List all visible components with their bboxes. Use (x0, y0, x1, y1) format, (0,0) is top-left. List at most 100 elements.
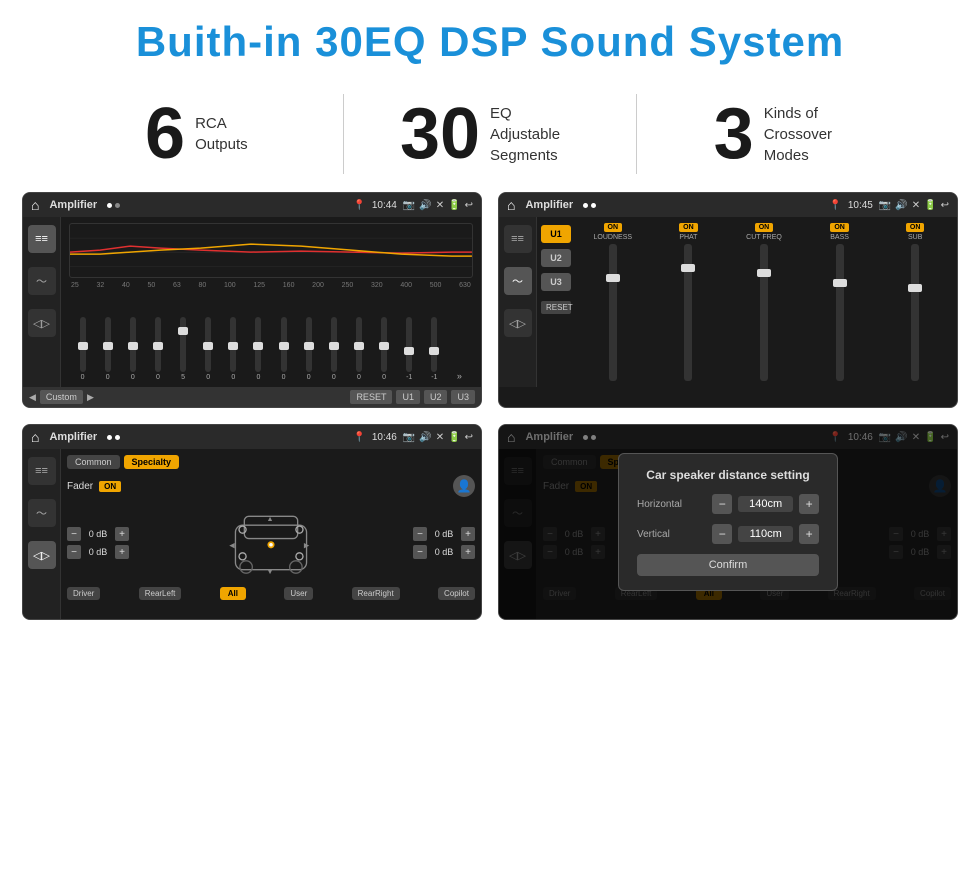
u1-button[interactable]: U1 (541, 225, 571, 243)
sub-toggle[interactable]: ON (906, 223, 925, 232)
cutfreq-thumb[interactable] (757, 269, 771, 277)
eq-track-5[interactable] (205, 317, 211, 372)
eq-track-1[interactable] (105, 317, 111, 372)
eq-thumb-4[interactable] (178, 327, 188, 335)
fader-rl-minus[interactable]: − (67, 545, 81, 559)
sidebar-wave-btn[interactable]: 〜 (28, 267, 56, 295)
vertical-minus-btn[interactable]: − (712, 524, 732, 544)
eq-thumb-5[interactable] (203, 342, 213, 350)
eq-track-12[interactable] (381, 317, 387, 372)
fader-rr-plus[interactable]: + (461, 545, 475, 559)
eq-slider-9[interactable]: 0 (297, 317, 320, 381)
phat-toggle[interactable]: ON (679, 223, 698, 232)
eq-reset-btn[interactable]: RESET (350, 390, 392, 404)
home-icon-2[interactable]: ⌂ (507, 197, 515, 213)
tab-common[interactable]: Common (67, 455, 120, 469)
eq-slider-2[interactable]: 0 (121, 317, 144, 381)
eq-slider-1[interactable]: 0 (96, 317, 119, 381)
eq-thumb-8[interactable] (279, 342, 289, 350)
rearright-btn[interactable]: RearRight (352, 587, 400, 600)
loudness-toggle[interactable]: ON (604, 223, 623, 232)
sidebar-eq-btn-2[interactable]: ≡≡ (504, 225, 532, 253)
eq-u1-btn[interactable]: U1 (396, 390, 420, 404)
eq-slider-0[interactable]: 0 (71, 317, 94, 381)
eq-thumb-10[interactable] (329, 342, 339, 350)
fader-toggle[interactable]: ON (99, 481, 121, 492)
sidebar-speaker-btn-3[interactable]: ◁▷ (28, 541, 56, 569)
prev-arrow-icon[interactable]: ◀ (29, 392, 36, 403)
sidebar-wave-btn-2[interactable]: 〜 (504, 267, 532, 295)
bass-track[interactable] (836, 244, 844, 381)
horizontal-plus-btn[interactable]: + (799, 494, 819, 514)
back-icon-2[interactable]: ↩ (941, 200, 949, 211)
person-icon[interactable]: 👤 (453, 475, 475, 497)
phat-track[interactable] (684, 244, 692, 381)
fader-rr-minus[interactable]: − (413, 545, 427, 559)
eq-thumb-11[interactable] (354, 342, 364, 350)
eq-thumb-0[interactable] (78, 342, 88, 350)
confirm-button[interactable]: Confirm (637, 554, 819, 576)
eq-slider-10[interactable]: 0 (322, 317, 345, 381)
user-btn[interactable]: User (284, 587, 313, 600)
eq-slider-5[interactable]: 0 (197, 317, 220, 381)
eq-track-10[interactable] (331, 317, 337, 372)
eq-thumb-12[interactable] (379, 342, 389, 350)
eq-slider-4[interactable]: 5 (172, 317, 195, 381)
eq-track-3[interactable] (155, 317, 161, 372)
bass-toggle[interactable]: ON (830, 223, 849, 232)
eq-slider-11[interactable]: 0 (347, 317, 370, 381)
eq-track-11[interactable] (356, 317, 362, 372)
crossover-reset-btn[interactable]: RESET (541, 301, 571, 314)
fader-fr-minus[interactable]: − (413, 527, 427, 541)
cutfreq-toggle[interactable]: ON (755, 223, 774, 232)
loudness-thumb[interactable] (606, 274, 620, 282)
eq-thumb-3[interactable] (153, 342, 163, 350)
eq-track-6[interactable] (230, 317, 236, 372)
fader-fl-plus[interactable]: + (115, 527, 129, 541)
eq-track-9[interactable] (306, 317, 312, 372)
back-icon-3[interactable]: ↩ (465, 432, 473, 443)
eq-thumb-9[interactable] (304, 342, 314, 350)
eq-custom-btn[interactable]: Custom (40, 390, 83, 404)
back-icon[interactable]: ↩ (465, 200, 473, 211)
fader-rl-plus[interactable]: + (115, 545, 129, 559)
eq-thumb-14[interactable] (429, 347, 439, 355)
sub-track[interactable] (911, 244, 919, 381)
eq-track-14[interactable] (431, 317, 437, 372)
eq-thumb-13[interactable] (404, 347, 414, 355)
eq-track-4[interactable] (180, 317, 186, 372)
loudness-track[interactable] (609, 244, 617, 381)
eq-slider-14[interactable]: -1 (423, 317, 446, 381)
eq-u3-btn[interactable]: U3 (451, 390, 475, 404)
next-arrow-icon[interactable]: ▶ (87, 392, 94, 403)
more-icon[interactable]: » (457, 371, 462, 381)
eq-track-2[interactable] (130, 317, 136, 372)
cutfreq-track[interactable] (760, 244, 768, 381)
rearleft-btn[interactable]: RearLeft (139, 587, 182, 600)
sidebar-speaker-btn-2[interactable]: ◁▷ (504, 309, 532, 337)
copilot-btn[interactable]: Copilot (438, 587, 475, 600)
sidebar-eq-btn-3[interactable]: ≡≡ (28, 457, 56, 485)
eq-thumb-7[interactable] (253, 342, 263, 350)
tab-specialty[interactable]: Specialty (124, 455, 180, 469)
eq-track-7[interactable] (255, 317, 261, 372)
sidebar-speaker-btn[interactable]: ◁▷ (28, 309, 56, 337)
horizontal-minus-btn[interactable]: − (712, 494, 732, 514)
eq-thumb-6[interactable] (228, 342, 238, 350)
u3-button[interactable]: U3 (541, 273, 571, 291)
fader-fl-minus[interactable]: − (67, 527, 81, 541)
eq-slider-12[interactable]: 0 (373, 317, 396, 381)
eq-u2-btn[interactable]: U2 (424, 390, 448, 404)
sidebar-eq-btn[interactable]: ≡≡ (28, 225, 56, 253)
eq-slider-6[interactable]: 0 (222, 317, 245, 381)
eq-slider-13[interactable]: -1 (398, 317, 421, 381)
eq-track-0[interactable] (80, 317, 86, 372)
eq-slider-8[interactable]: 0 (272, 317, 295, 381)
home-icon[interactable]: ⌂ (31, 197, 39, 213)
eq-thumb-2[interactable] (128, 342, 138, 350)
eq-track-8[interactable] (281, 317, 287, 372)
eq-slider-7[interactable]: 0 (247, 317, 270, 381)
phat-thumb[interactable] (681, 264, 695, 272)
sub-thumb[interactable] (908, 284, 922, 292)
eq-track-13[interactable] (406, 317, 412, 372)
